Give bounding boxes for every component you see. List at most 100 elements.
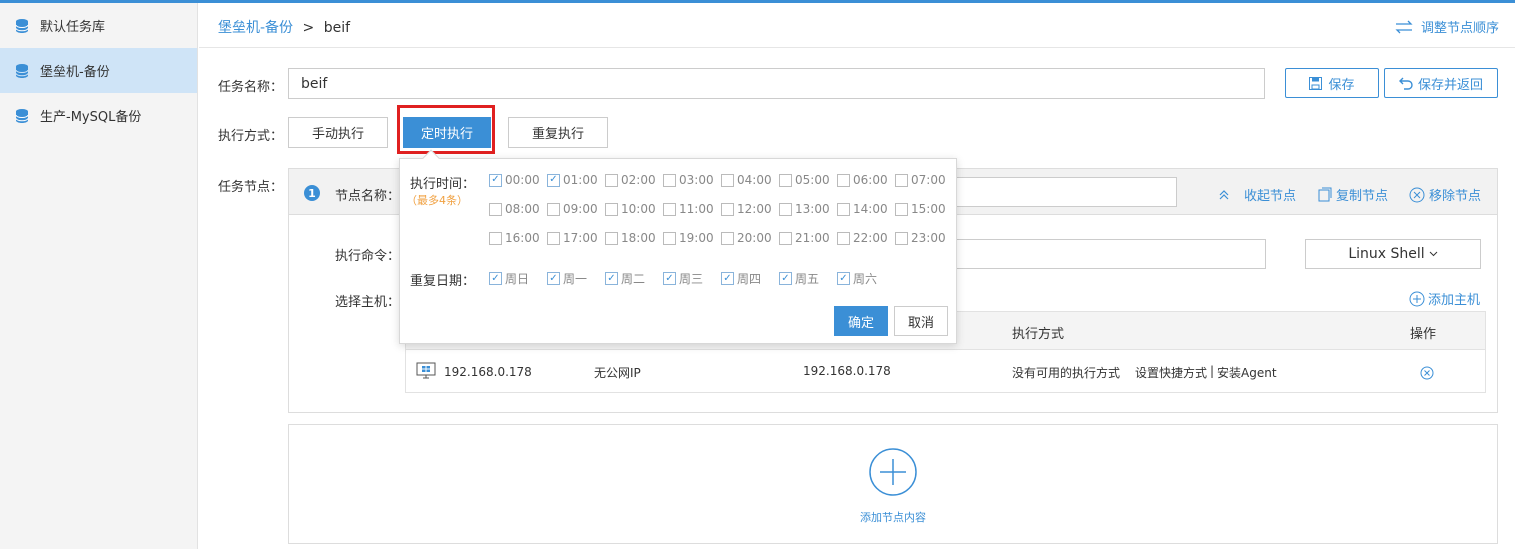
day-checkbox[interactable]: ✓ 周六 <box>837 270 877 287</box>
checkbox-icon <box>605 231 618 245</box>
time-label: 13:00 <box>795 202 830 216</box>
day-checkbox[interactable]: ✓ 周二 <box>605 270 645 287</box>
day-label: 周一 <box>563 272 588 286</box>
time-checkbox[interactable]: 23:00 <box>895 231 946 245</box>
public-ip: 无公网IP <box>594 366 641 380</box>
checkbox-icon <box>837 173 850 187</box>
breadcrumb-parent-link[interactable]: 堡垒机-备份 <box>218 20 293 36</box>
sidebar-item-bastion-backup[interactable]: 堡垒机-备份 <box>0 48 197 93</box>
time-checkbox[interactable]: 16:00 <box>489 231 540 245</box>
time-checkbox[interactable]: 05:00 <box>779 173 830 187</box>
time-checkbox[interactable]: 06:00 <box>837 173 888 187</box>
time-label: 23:00 <box>911 231 946 245</box>
cancel-button[interactable]: 取消 <box>894 306 948 336</box>
time-checkbox[interactable]: 15:00 <box>895 202 946 216</box>
day-checkbox[interactable]: ✓ 周四 <box>721 270 761 287</box>
command-input[interactable] <box>955 239 1266 269</box>
day-checkbox[interactable]: ✓ 周三 <box>663 270 703 287</box>
remove-node-label: 移除节点 <box>1429 189 1482 204</box>
return-arrow-icon <box>1398 77 1413 90</box>
checkbox-icon: ✓ <box>779 272 792 285</box>
add-node-area[interactable]: 添加节点内容 <box>288 424 1498 544</box>
swap-arrows-icon <box>1395 20 1413 33</box>
install-agent-link[interactable]: 安装Agent <box>1217 364 1277 381</box>
time-checkbox[interactable]: 04:00 <box>721 173 772 187</box>
day-label: 周五 <box>795 272 820 286</box>
link-divider: | <box>1210 364 1215 378</box>
checkbox-icon <box>779 202 792 216</box>
database-icon <box>15 63 29 78</box>
time-checkbox[interactable]: 14:00 <box>837 202 888 216</box>
time-checkbox[interactable]: 17:00 <box>547 231 598 245</box>
exec-status: 没有可用的执行方式 <box>1012 366 1121 380</box>
adjust-order-button[interactable]: 调整节点顺序 <box>1395 17 1499 36</box>
checkbox-icon <box>605 202 618 216</box>
remove-host-icon[interactable] <box>1420 366 1434 380</box>
day-checkbox[interactable]: ✓ 周日 <box>489 270 529 287</box>
time-checkbox[interactable]: 02:00 <box>605 173 656 187</box>
windows-monitor-icon <box>416 362 436 379</box>
checkbox-icon <box>837 202 850 216</box>
checkbox-icon <box>837 231 850 245</box>
day-checkbox[interactable]: ✓ 周五 <box>779 270 819 287</box>
collapse-node-button[interactable]: 收起节点 <box>1218 185 1296 204</box>
double-chevron-up-icon <box>1219 189 1229 199</box>
task-node-label: 任务节点： <box>218 180 284 195</box>
time-label: 02:00 <box>621 173 656 187</box>
time-label: 15:00 <box>911 202 946 216</box>
add-circle-icon[interactable] <box>868 447 918 497</box>
time-checkbox[interactable]: 12:00 <box>721 202 772 216</box>
save-button[interactable]: 保存 <box>1285 68 1379 98</box>
time-checkbox[interactable]: 22:00 <box>837 231 888 245</box>
time-checkbox[interactable]: 18:00 <box>605 231 656 245</box>
time-checkbox[interactable]: 21:00 <box>779 231 830 245</box>
time-checkbox[interactable]: 19:00 <box>663 231 714 245</box>
time-checkbox[interactable]: 20:00 <box>721 231 772 245</box>
task-name-input[interactable]: beif <box>288 68 1265 99</box>
day-label: 周六 <box>853 272 878 286</box>
exec-mode-label: 执行方式： <box>218 129 284 144</box>
time-checkbox[interactable]: ✓ 00:00 <box>489 173 540 187</box>
node-name-input[interactable] <box>955 177 1177 207</box>
time-checkbox[interactable]: 07:00 <box>895 173 946 187</box>
column-header-actions: 操作 <box>1410 327 1437 342</box>
time-label: 18:00 <box>621 231 656 245</box>
time-checkbox[interactable]: ✓ 01:00 <box>547 173 598 187</box>
checkbox-icon <box>895 231 908 245</box>
checkbox-icon <box>779 173 792 187</box>
time-label: 20:00 <box>737 231 772 245</box>
sidebar-item-mysql-backup[interactable]: 生产-MySQL备份 <box>0 93 197 138</box>
add-host-button[interactable]: 添加主机 <box>1409 289 1480 308</box>
close-circle-icon <box>1409 187 1425 202</box>
time-label: 11:00 <box>679 202 714 216</box>
sidebar: 默认任务库 堡垒机-备份 生产-MySQL备份 <box>0 3 198 549</box>
checkbox-icon: ✓ <box>721 272 734 285</box>
save-and-return-button[interactable]: 保存并返回 <box>1384 68 1498 98</box>
time-checkbox[interactable]: 10:00 <box>605 202 656 216</box>
time-checkbox[interactable]: 09:00 <box>547 202 598 216</box>
node-name-label: 节点名称： <box>335 189 401 204</box>
node-index-badge: 1 <box>304 185 320 201</box>
remove-node-button[interactable]: 移除节点 <box>1409 185 1481 204</box>
copy-node-button[interactable]: 复制节点 <box>1318 185 1388 204</box>
manual-exec-button[interactable]: 手动执行 <box>288 117 388 148</box>
sidebar-item-default[interactable]: 默认任务库 <box>0 3 197 48</box>
repeat-exec-button[interactable]: 重复执行 <box>508 117 608 148</box>
checkbox-icon <box>489 231 502 245</box>
day-label: 周二 <box>621 272 646 286</box>
command-label: 执行命令： <box>335 249 401 264</box>
checkbox-icon <box>895 173 908 187</box>
checkbox-icon: ✓ <box>489 173 502 187</box>
day-label: 周四 <box>737 272 762 286</box>
confirm-button[interactable]: 确定 <box>834 306 888 336</box>
day-checkbox[interactable]: ✓ 周一 <box>547 270 587 287</box>
time-checkbox[interactable]: 03:00 <box>663 173 714 187</box>
time-checkbox[interactable]: 13:00 <box>779 202 830 216</box>
column-header-exec: 执行方式 <box>1012 327 1065 342</box>
time-label: 00:00 <box>505 173 540 187</box>
time-checkbox[interactable]: 08:00 <box>489 202 540 216</box>
set-shortcut-link[interactable]: 设置快捷方式 <box>1135 364 1207 381</box>
time-checkbox[interactable]: 11:00 <box>663 202 714 216</box>
shell-type-dropdown[interactable]: Linux Shell <box>1305 239 1481 269</box>
copy-node-label: 复制节点 <box>1336 189 1389 204</box>
